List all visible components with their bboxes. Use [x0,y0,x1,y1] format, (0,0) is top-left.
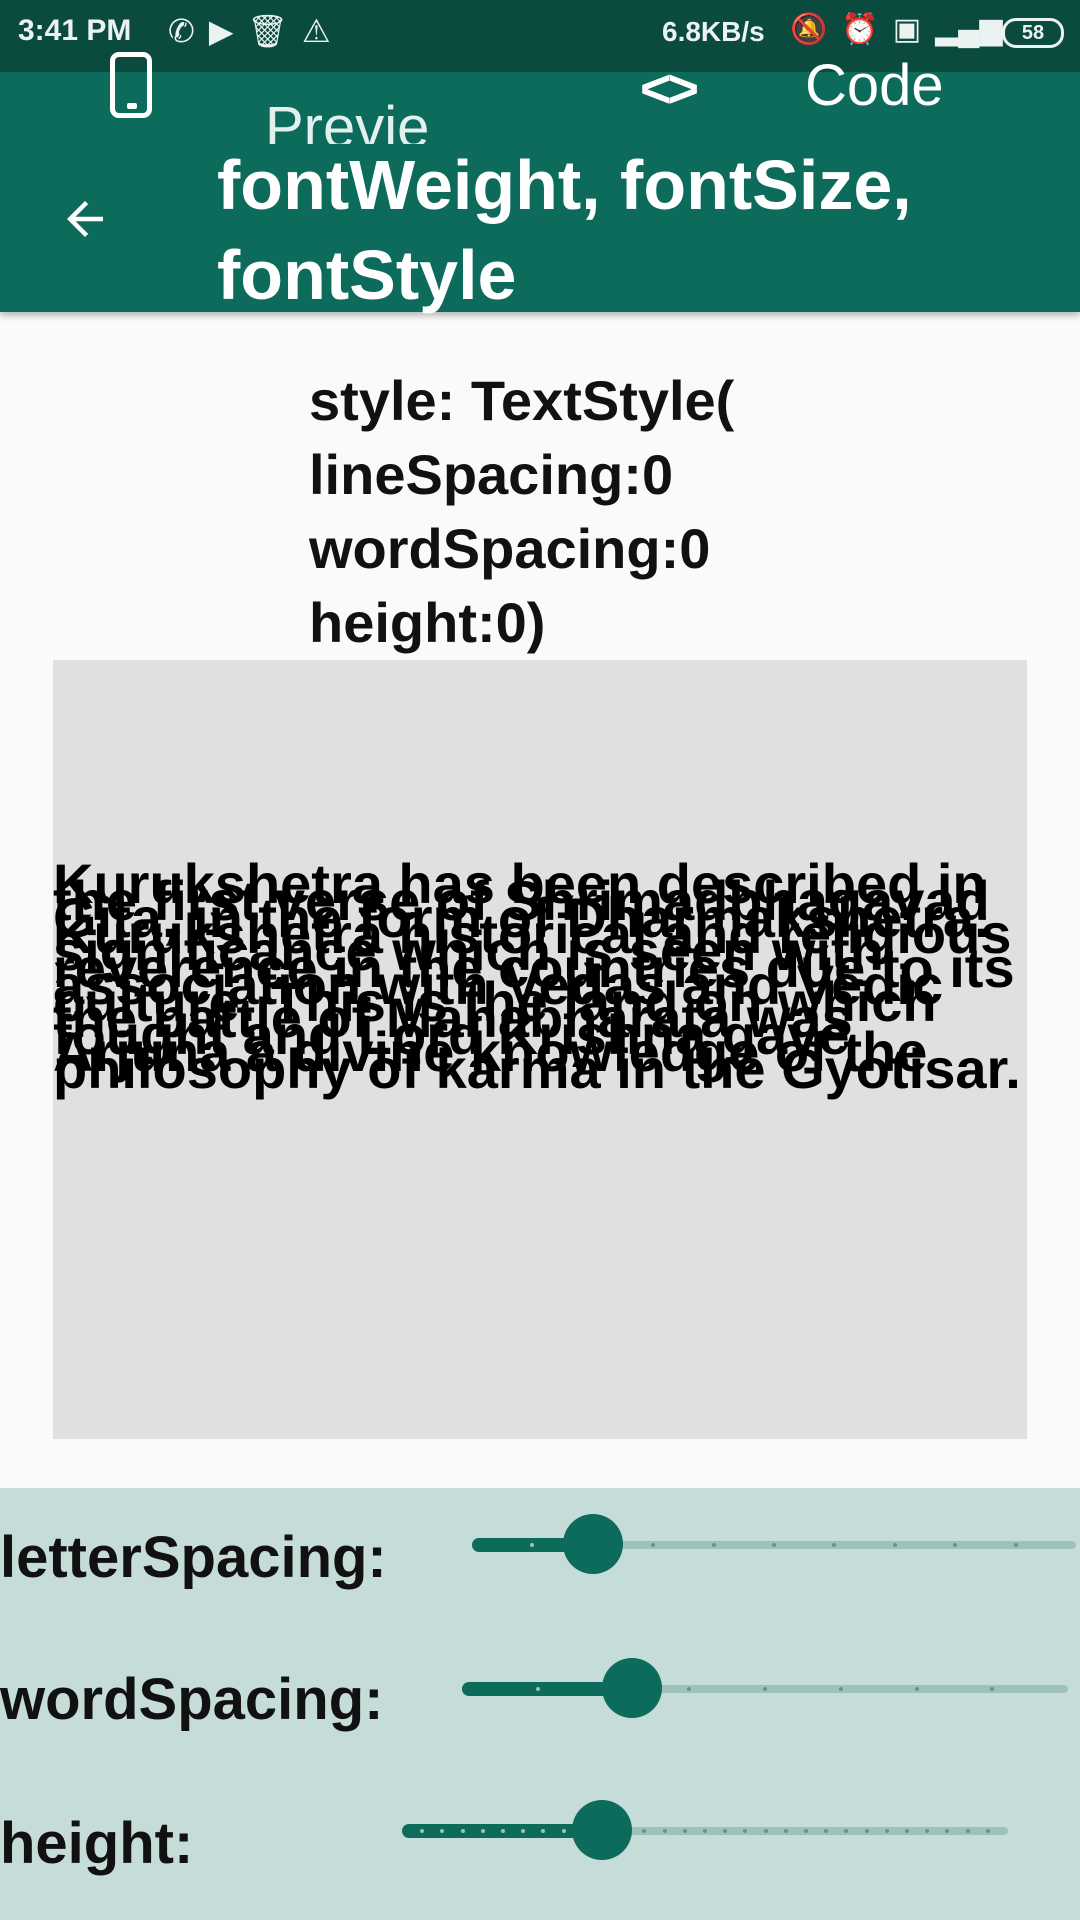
slider-tick [530,1543,534,1547]
height-slider[interactable] [402,1800,1008,1860]
trash-icon: 🗑 [247,13,289,49]
preview-text: Kurukshetra has been described in the fi… [53,852,1021,1100]
height-label: height: [0,1811,194,1876]
slider-tick [832,1543,836,1547]
code-icon[interactable]: <> [640,58,699,120]
slider-thumb[interactable] [563,1514,623,1574]
slider-tick [915,1687,919,1691]
slider-tick [651,1543,655,1547]
whatsapp-icon: ✆ [168,13,195,49]
back-arrow-icon[interactable] [58,192,112,246]
slider-tick [521,1829,525,1833]
slider-tick [953,1543,957,1547]
mute-icon: 🔕 [790,13,828,46]
slider-tick [1014,1543,1018,1547]
status-time: 3:41 PM [18,14,132,47]
warning-icon: ⚠ [302,13,331,49]
slider-tick [712,1543,716,1547]
slider-tick [925,1829,929,1833]
slider-tick [420,1829,424,1833]
slider-tick [683,1829,687,1833]
phone-icon[interactable] [110,52,152,118]
battery-icon: 58 [1002,18,1064,48]
slider-tick [839,1687,843,1691]
youtube-icon: ▶ [208,13,234,49]
slider-tick [844,1829,848,1833]
slider-tick [824,1829,828,1833]
slider-tick [784,1829,788,1833]
text-preview-box: Kurukshetra has been described in the fi… [53,660,1027,1439]
letter-spacing-slider[interactable] [472,1514,1076,1574]
battery-level: 58 [1021,22,1045,44]
slider-tick [764,1829,768,1833]
slider-tick [501,1829,505,1833]
slider-tick [642,1829,646,1833]
controls-panel: letterSpacing: wordSpacing: height: [0,1488,1080,1920]
slider-tick [865,1829,869,1833]
signal-icon: ▂▄▆ [935,13,1003,46]
slider-tick [945,1829,949,1833]
slider-tick [966,1829,970,1833]
slider-tick [893,1543,897,1547]
slider-tick [440,1829,444,1833]
alarm-icon: ⏰ [841,13,879,46]
slider-tick [804,1829,808,1833]
slider-thumb[interactable] [572,1800,632,1860]
slider-tick [990,1687,994,1691]
slider-tick [461,1829,465,1833]
slider-thumb[interactable] [602,1658,662,1718]
slider-tick [763,1687,767,1691]
slider-tick [536,1687,540,1691]
slider-tick [663,1829,667,1833]
slider-tick [905,1829,909,1833]
slider-tick [703,1829,707,1833]
slider-tick [541,1829,545,1833]
slider-tick [562,1829,566,1833]
status-left-icons: ✆ ▶ 🗑 ⚠ [168,12,331,50]
slider-tick [743,1829,747,1833]
network-speed: 6.8KB/s [662,16,765,47]
slider-tick [687,1687,691,1691]
slider-tick [986,1829,990,1833]
slider-tick [772,1543,776,1547]
volte-icon: ▣ [892,13,922,46]
word-spacing-slider[interactable] [462,1658,1068,1718]
view-tab-bar: Preview <> Code [0,52,1080,236]
letter-spacing-label: letterSpacing: [0,1525,387,1590]
slider-tick [481,1829,485,1833]
tab-code[interactable]: Code [805,52,944,119]
page-title: fontWeight, fontSize, fontStyle [217,146,912,314]
slider-tick [885,1829,889,1833]
slider-tick [723,1829,727,1833]
word-spacing-label: wordSpacing: [0,1667,384,1732]
status-right-icons: 🔕 ⏰ ▣ ▂▄▆ [790,12,1002,47]
style-description: style: TextStyle( lineSpacing:0 wordSpac… [309,369,735,654]
app-bar: fontWeight, fontSize, fontStyle [0,144,1080,314]
